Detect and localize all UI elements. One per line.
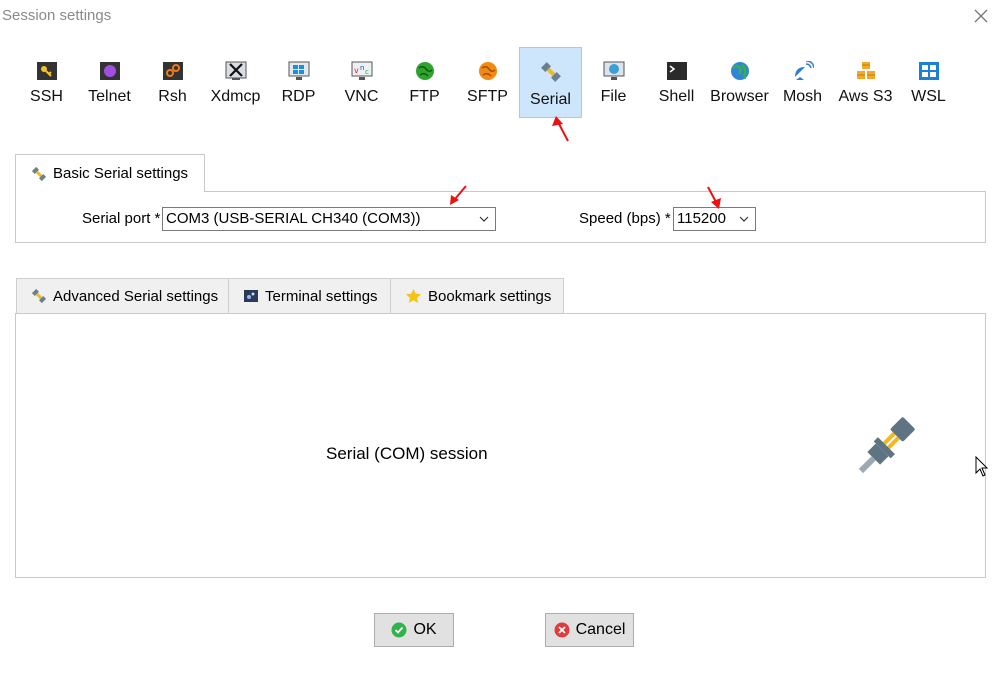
session-type-description: Serial (COM) session (326, 444, 488, 463)
tab-basic-serial-settings[interactable]: Basic Serial settings (15, 154, 205, 192)
session-type-wsl[interactable]: WSL (897, 47, 960, 118)
session-description-panel: Serial (COM) session (15, 313, 986, 578)
session-type-sftp[interactable]: SFTP (456, 47, 519, 118)
tab-label: Advanced Serial settings (53, 287, 219, 305)
plug-icon (31, 288, 47, 304)
session-type-ftp[interactable]: FTP (393, 47, 456, 118)
tab-label: Terminal settings (265, 287, 378, 305)
svg-text:c: c (365, 68, 369, 76)
file-monitor-icon (603, 61, 625, 81)
ok-label: OK (413, 621, 437, 638)
close-icon (974, 9, 988, 23)
ok-button[interactable]: OK (374, 613, 454, 647)
vnc-icon: vnc (351, 61, 373, 81)
terminal-settings-icon (243, 289, 259, 303)
svg-text:n: n (360, 64, 364, 72)
speed-label: Speed (bps) * (579, 210, 671, 227)
tab-label: Basic Serial settings (53, 165, 189, 182)
tab-label: Bookmark settings (428, 287, 552, 305)
close-button[interactable] (970, 5, 992, 27)
plug-icon (540, 62, 562, 82)
speed-value: 115200 (677, 210, 726, 227)
cancel-button[interactable]: Cancel (545, 613, 634, 647)
serial-port-value: COM3 (USB-SERIAL CH340 (COM3)) (166, 210, 421, 227)
star-icon (405, 288, 422, 304)
session-type-xdmcp[interactable]: Xdmcp (204, 47, 267, 118)
aws-cubes-icon (855, 61, 877, 81)
terminal-icon (666, 61, 688, 81)
session-type-mosh[interactable]: Mosh (771, 47, 834, 118)
rsh-icon (162, 61, 184, 81)
session-type-browser[interactable]: Browser (708, 47, 771, 118)
satellite-icon (792, 61, 814, 81)
tab-bookmark-settings[interactable]: Bookmark settings (390, 278, 564, 314)
session-type-vnc[interactable]: vnc VNC (330, 47, 393, 118)
session-type-telnet[interactable]: Telnet (78, 47, 141, 118)
tab-advanced-serial-settings[interactable]: Advanced Serial settings (16, 278, 229, 314)
key-icon (36, 61, 58, 81)
window-title: Session settings (2, 7, 112, 24)
chevron-down-icon (739, 216, 749, 222)
session-type-file[interactable]: File (582, 47, 645, 118)
basic-settings-panel: Serial port * COM3 (USB-SERIAL CH340 (CO… (15, 191, 986, 243)
session-type-rdp[interactable]: RDP (267, 47, 330, 118)
svg-text:v: v (354, 66, 359, 75)
arrow-annotation-serial (552, 116, 569, 142)
sftp-globe-icon (477, 61, 499, 81)
serial-port-select[interactable]: COM3 (USB-SERIAL CH340 (COM3)) (162, 207, 496, 231)
cancel-icon (554, 622, 570, 638)
session-type-shell[interactable]: Shell (645, 47, 708, 118)
serial-plug-icon (849, 411, 921, 483)
telnet-icon (99, 61, 121, 81)
globe-icon (729, 61, 751, 81)
cancel-label: Cancel (575, 621, 626, 638)
rdp-icon (288, 61, 310, 81)
title-bar: Session settings (0, 0, 1002, 32)
session-type-label: WSL (911, 88, 946, 105)
session-type-ssh[interactable]: SSH (15, 47, 78, 118)
ftp-globe-icon (414, 61, 436, 81)
xdmcp-icon (225, 61, 247, 81)
speed-select[interactable]: 115200 (673, 207, 756, 231)
serial-port-label: Serial port * (82, 210, 161, 227)
session-type-aws-s3[interactable]: Aws S3 (834, 47, 897, 118)
windows-icon (918, 61, 940, 81)
plug-icon (31, 166, 47, 182)
mouse-cursor-icon (975, 456, 989, 477)
chevron-down-icon (479, 216, 489, 222)
session-type-serial[interactable]: Serial (519, 47, 582, 118)
tab-terminal-settings[interactable]: Terminal settings (228, 278, 391, 314)
check-icon (391, 622, 407, 638)
session-type-rsh[interactable]: Rsh (141, 47, 204, 118)
